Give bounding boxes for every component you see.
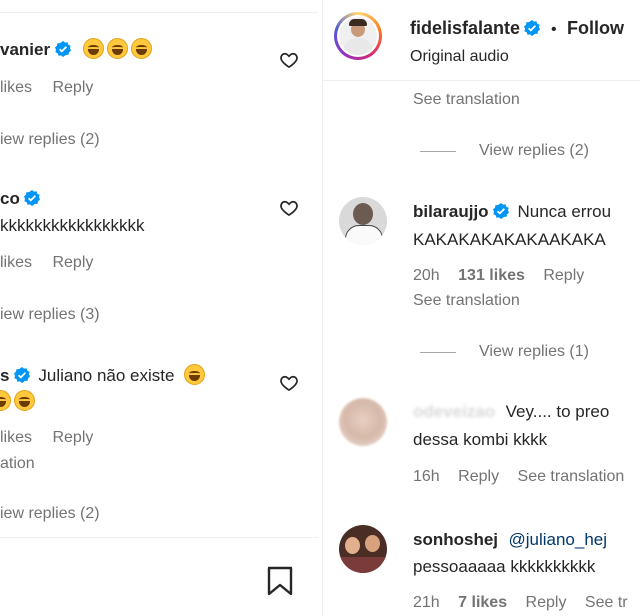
original-audio-link[interactable]: Original audio bbox=[410, 48, 509, 66]
left-comment-panel: vanier likes Reply iew replies (2) co kk… bbox=[0, 0, 322, 616]
reply-button[interactable]: Reply bbox=[52, 429, 93, 446]
likes-count[interactable]: 131 likes bbox=[458, 267, 525, 284]
replies-line bbox=[420, 151, 456, 152]
see-translation-link[interactable]: See translation bbox=[413, 292, 520, 310]
view-replies-button[interactable]: iew replies (3) bbox=[0, 306, 100, 324]
comment-meta: likes Reply bbox=[0, 429, 93, 447]
view-replies-button[interactable]: View replies (1) bbox=[479, 343, 589, 361]
replies-line bbox=[420, 352, 456, 353]
comment-text-continued: dessa kombi kkkk bbox=[413, 430, 548, 449]
reply-button[interactable]: Reply bbox=[458, 468, 499, 485]
laughing-emoji-icon bbox=[14, 390, 35, 411]
verified-badge-icon bbox=[54, 41, 71, 57]
see-translation-link[interactable]: ation bbox=[0, 455, 35, 473]
comment-emoji-line bbox=[0, 390, 38, 412]
view-replies-button[interactable]: View replies (2) bbox=[479, 142, 589, 160]
comment-username[interactable]: vanier bbox=[0, 40, 50, 59]
verified-badge-icon bbox=[493, 203, 510, 219]
comment-username[interactable]: co bbox=[0, 189, 20, 208]
comment-username[interactable]: s bbox=[0, 366, 9, 385]
likes-count[interactable]: likes bbox=[0, 254, 32, 271]
mention-link[interactable]: @juliano_hej bbox=[508, 530, 607, 549]
verified-badge-icon bbox=[24, 190, 41, 206]
post-author-avatar[interactable] bbox=[334, 12, 382, 60]
reply-button[interactable]: Reply bbox=[52, 254, 93, 271]
comment-author-line: vanier bbox=[0, 38, 155, 60]
comment-time[interactable]: 16h bbox=[413, 468, 440, 485]
view-replies-button[interactable]: iew replies (2) bbox=[0, 131, 100, 149]
see-translation-link[interactable]: See translation bbox=[413, 91, 520, 109]
comment-text: pessoaaaaa kkkkkkkkkk bbox=[413, 557, 596, 576]
see-translation-link[interactable]: See translation bbox=[518, 468, 625, 485]
comment-meta: 20h 131 likes Reply bbox=[413, 267, 584, 285]
verified-badge-icon bbox=[13, 367, 30, 383]
laughing-emoji-icon bbox=[131, 38, 152, 59]
verified-badge-icon bbox=[524, 20, 541, 36]
comment-author-line: sonhoshej @juliano_hej bbox=[413, 530, 607, 550]
laughing-emoji-icon bbox=[107, 38, 128, 59]
comment-meta: 16h Reply See translation bbox=[413, 468, 624, 486]
comment-text: Nunca errou bbox=[517, 202, 612, 221]
likes-count[interactable]: likes bbox=[0, 429, 32, 446]
commenter-avatar[interactable] bbox=[339, 525, 387, 573]
view-replies-button[interactable]: iew replies (2) bbox=[0, 505, 100, 523]
heart-icon[interactable] bbox=[279, 373, 299, 393]
laughing-emoji-icon bbox=[83, 38, 104, 59]
comment-author-line: co bbox=[0, 189, 41, 209]
comment-author-line: odeveizao Vey.... to preo bbox=[413, 402, 609, 422]
heart-icon[interactable] bbox=[279, 198, 299, 218]
action-bar-border bbox=[0, 537, 318, 538]
commenter-avatar[interactable] bbox=[339, 398, 387, 446]
see-translation-link[interactable]: See tr bbox=[585, 594, 628, 611]
commenter-avatar[interactable] bbox=[339, 197, 387, 245]
comment-text: kkkkkkkkkkkkkkkkk bbox=[0, 216, 145, 235]
header-border bbox=[323, 80, 640, 81]
comment-username[interactable]: bilaraujjo bbox=[413, 202, 489, 221]
comment-author-line: bilaraujjo Nunca errou bbox=[413, 202, 611, 222]
comment-text-continued: KAKAKAKAKAKAAKAKA bbox=[413, 230, 606, 249]
comment-time[interactable]: 21h bbox=[413, 594, 440, 611]
comment-author-line: s Juliano não existe bbox=[0, 364, 208, 386]
heart-icon[interactable] bbox=[279, 50, 299, 70]
comment-text: Juliano não existe bbox=[38, 366, 175, 385]
reply-button[interactable]: Reply bbox=[526, 594, 567, 611]
comment-username[interactable]: odeveizao bbox=[413, 402, 495, 421]
reply-button[interactable]: Reply bbox=[543, 267, 584, 284]
top-border bbox=[0, 12, 318, 13]
reply-button[interactable]: Reply bbox=[52, 79, 93, 96]
follow-button[interactable]: Follow bbox=[567, 18, 624, 38]
post-header: fidelisfalante • Follow bbox=[410, 18, 624, 39]
comment-username[interactable]: sonhoshej bbox=[413, 530, 498, 549]
separator-dot: • bbox=[550, 21, 557, 38]
comment-meta: likes Reply bbox=[0, 254, 93, 272]
right-comment-panel: fidelisfalante • Follow Original audio S… bbox=[323, 0, 640, 616]
bookmark-icon[interactable] bbox=[267, 566, 293, 596]
laughing-emoji-icon bbox=[183, 364, 205, 385]
likes-count[interactable]: likes bbox=[0, 79, 32, 96]
comment-text: Vey.... to preo bbox=[505, 402, 610, 421]
comment-meta: 21h 7 likes Reply See tr bbox=[413, 594, 628, 612]
post-author-username[interactable]: fidelisfalante bbox=[410, 18, 520, 38]
laughing-emoji-icon bbox=[0, 390, 11, 411]
likes-count[interactable]: 7 likes bbox=[458, 594, 507, 611]
comment-time[interactable]: 20h bbox=[413, 267, 440, 284]
comment-meta: likes Reply bbox=[0, 79, 93, 97]
